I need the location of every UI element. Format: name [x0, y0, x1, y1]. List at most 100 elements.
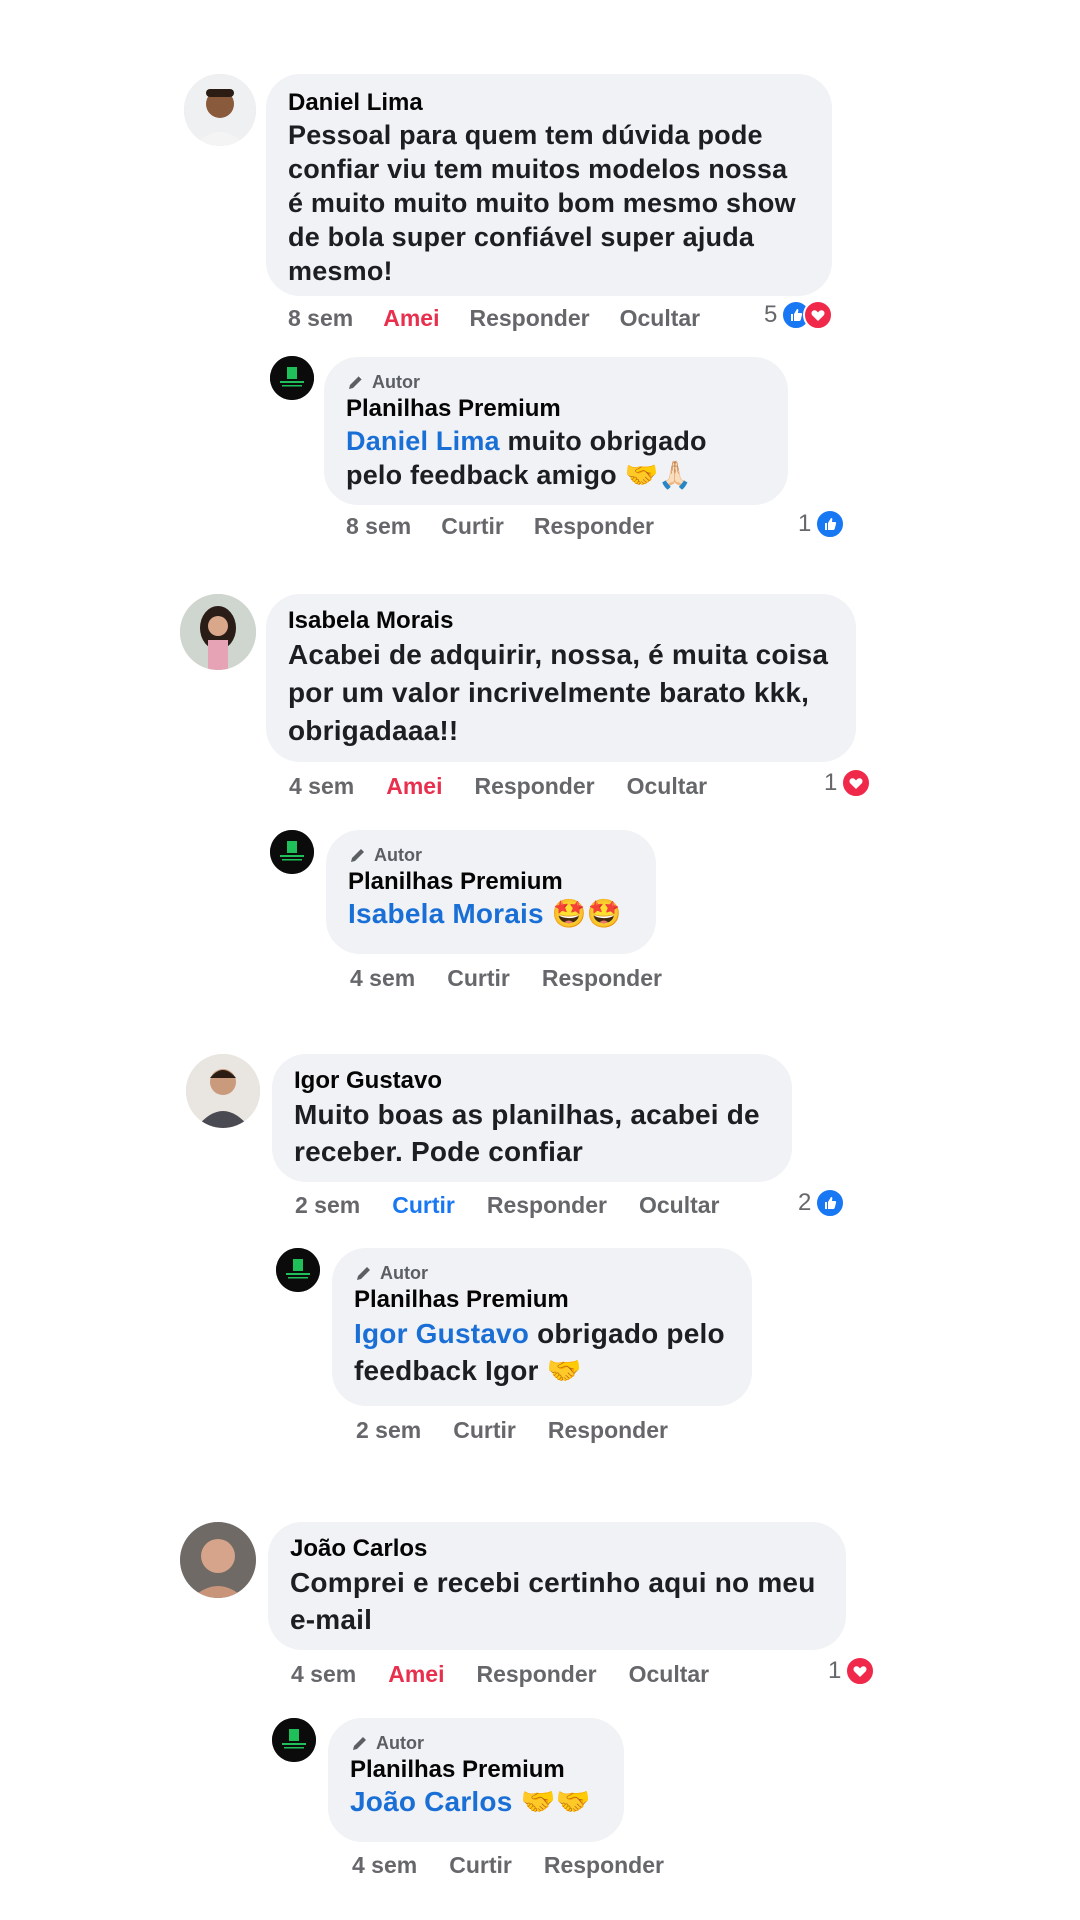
page-avatar[interactable]: [272, 1718, 316, 1762]
reply-time[interactable]: 4 sem: [352, 1852, 417, 1879]
reply-bubble: Autor Planilhas Premium Igor Gustavo obr…: [332, 1248, 752, 1406]
like-button[interactable]: Curtir: [441, 513, 504, 540]
reply-text: Daniel Lima muito obrigado pelo feedback…: [346, 424, 766, 492]
reply-time[interactable]: 2 sem: [356, 1417, 421, 1444]
reply-author[interactable]: Planilhas Premium: [354, 1285, 730, 1315]
hide-button[interactable]: Ocultar: [639, 1192, 720, 1219]
avatar[interactable]: [180, 594, 256, 670]
comment-author[interactable]: Igor Gustavo: [294, 1066, 770, 1096]
reaction-button[interactable]: Amei: [388, 1661, 444, 1688]
reaction-count: 5: [764, 301, 778, 328]
author-badge: Autor: [348, 843, 634, 867]
reply-button[interactable]: Responder: [544, 1852, 664, 1879]
comment-text: Acabei de adquirir, nossa, é muita coisa…: [288, 639, 829, 746]
reaction-button[interactable]: Amei: [386, 773, 442, 800]
pencil-icon: [357, 1267, 370, 1280]
reply-time[interactable]: 4 sem: [350, 965, 415, 992]
reply-text: Igor Gustavo obrigado pelo feedback Igor…: [354, 1315, 730, 1389]
pencil-icon: [353, 1737, 366, 1750]
reply-bubble: Autor Planilhas Premium João Carlos 🤝🤝: [328, 1718, 624, 1842]
hide-button[interactable]: Ocultar: [627, 773, 708, 800]
love-icon: [803, 300, 834, 330]
reaction-summary[interactable]: 5: [764, 300, 834, 330]
reaction-button[interactable]: Amei: [383, 305, 439, 332]
comment-author[interactable]: Daniel Lima: [288, 88, 810, 118]
author-badge-label: Autor: [376, 1733, 424, 1753]
reaction-count: 1: [798, 510, 812, 537]
reply-actions: 4 sem Curtir Responder: [350, 965, 662, 992]
reaction-count: 1: [828, 1657, 842, 1684]
reply-button[interactable]: Responder: [548, 1417, 668, 1444]
reply-button[interactable]: Responder: [534, 513, 654, 540]
reply-bubble: Autor Planilhas Premium Isabela Morais 🤩…: [326, 830, 656, 954]
reply-body: 🤝🤝: [512, 1786, 591, 1817]
mention-link[interactable]: Igor Gustavo: [354, 1318, 529, 1349]
like-icon: [815, 509, 846, 539]
comment-bubble: Daniel Lima Pessoal para quem tem dúvida…: [266, 74, 832, 296]
reaction-summary[interactable]: 1: [798, 509, 846, 539]
author-badge-label: Autor: [380, 1263, 428, 1283]
reply-button[interactable]: Responder: [474, 773, 594, 800]
love-icon: [845, 1656, 876, 1686]
avatar[interactable]: [184, 74, 256, 146]
reply-button[interactable]: Responder: [487, 1192, 607, 1219]
pencil-icon: [349, 375, 363, 389]
reply-button[interactable]: Responder: [476, 1661, 596, 1688]
reply-text: João Carlos 🤝🤝: [350, 1785, 602, 1819]
reply-text: Isabela Morais 🤩🤩: [348, 897, 634, 931]
hide-button[interactable]: Ocultar: [620, 305, 701, 332]
reply-body: 🤩🤩: [543, 898, 622, 929]
like-icon: [815, 1188, 846, 1218]
like-button[interactable]: Curtir: [453, 1417, 516, 1444]
page-avatar[interactable]: [276, 1248, 320, 1292]
avatar[interactable]: [186, 1054, 260, 1128]
mention-link[interactable]: João Carlos: [350, 1786, 512, 1817]
author-badge: Autor: [346, 370, 766, 394]
reply-time[interactable]: 8 sem: [346, 513, 411, 540]
reply-actions: 8 sem Curtir Responder: [346, 513, 654, 540]
reply-actions: 2 sem Curtir Responder: [356, 1417, 668, 1444]
reply-bubble: Autor Planilhas Premium Daniel Lima muit…: [324, 357, 788, 505]
comment-actions: 4 sem Amei Responder Ocultar: [289, 773, 707, 800]
hide-button[interactable]: Ocultar: [629, 1661, 710, 1688]
reaction-summary[interactable]: 1: [828, 1656, 876, 1686]
page-avatar[interactable]: [270, 356, 314, 400]
comment-time[interactable]: 4 sem: [289, 773, 354, 800]
reply-button[interactable]: Responder: [469, 305, 589, 332]
comment-text: Pessoal para quem tem dúvida pode confia…: [288, 120, 796, 286]
reply-actions: 4 sem Curtir Responder: [352, 1852, 664, 1879]
comment-bubble: Isabela Morais Acabei de adquirir, nossa…: [266, 594, 856, 762]
reaction-summary[interactable]: 2: [798, 1188, 846, 1218]
pencil-icon: [351, 849, 364, 862]
comment-actions: 4 sem Amei Responder Ocultar: [291, 1661, 709, 1688]
comment-time[interactable]: 4 sem: [291, 1661, 356, 1688]
comment-actions: 8 sem Amei Responder Ocultar: [288, 305, 700, 332]
comment-text: Comprei e recebi certinho aqui no meu e-…: [290, 1567, 816, 1635]
comment-author[interactable]: Isabela Morais: [288, 606, 834, 636]
page-avatar[interactable]: [270, 830, 314, 874]
author-badge: Autor: [354, 1261, 730, 1285]
reaction-button[interactable]: Curtir: [392, 1192, 455, 1219]
reply-author[interactable]: Planilhas Premium: [346, 394, 766, 424]
comment-actions: 2 sem Curtir Responder Ocultar: [295, 1192, 720, 1219]
comment-time[interactable]: 8 sem: [288, 305, 353, 332]
mention-link[interactable]: Isabela Morais: [348, 898, 544, 929]
like-button[interactable]: Curtir: [447, 965, 510, 992]
comment-text: Muito boas as planilhas, acabei de receb…: [294, 1099, 760, 1167]
author-badge-label: Autor: [374, 845, 422, 865]
avatar[interactable]: [180, 1522, 256, 1598]
comment-author[interactable]: João Carlos: [290, 1534, 824, 1564]
reaction-summary[interactable]: 1: [824, 768, 872, 798]
like-button[interactable]: Curtir: [449, 1852, 512, 1879]
reaction-count: 1: [824, 769, 838, 796]
author-badge: Autor: [350, 1731, 602, 1755]
reply-author[interactable]: Planilhas Premium: [350, 1755, 602, 1785]
reaction-count: 2: [798, 1189, 812, 1216]
comment-bubble: Igor Gustavo Muito boas as planilhas, ac…: [272, 1054, 792, 1182]
love-icon: [841, 768, 872, 798]
reply-button[interactable]: Responder: [542, 965, 662, 992]
mention-link[interactable]: Daniel Lima: [346, 426, 500, 456]
comment-bubble: João Carlos Comprei e recebi certinho aq…: [268, 1522, 846, 1650]
comment-time[interactable]: 2 sem: [295, 1192, 360, 1219]
reply-author[interactable]: Planilhas Premium: [348, 867, 634, 897]
